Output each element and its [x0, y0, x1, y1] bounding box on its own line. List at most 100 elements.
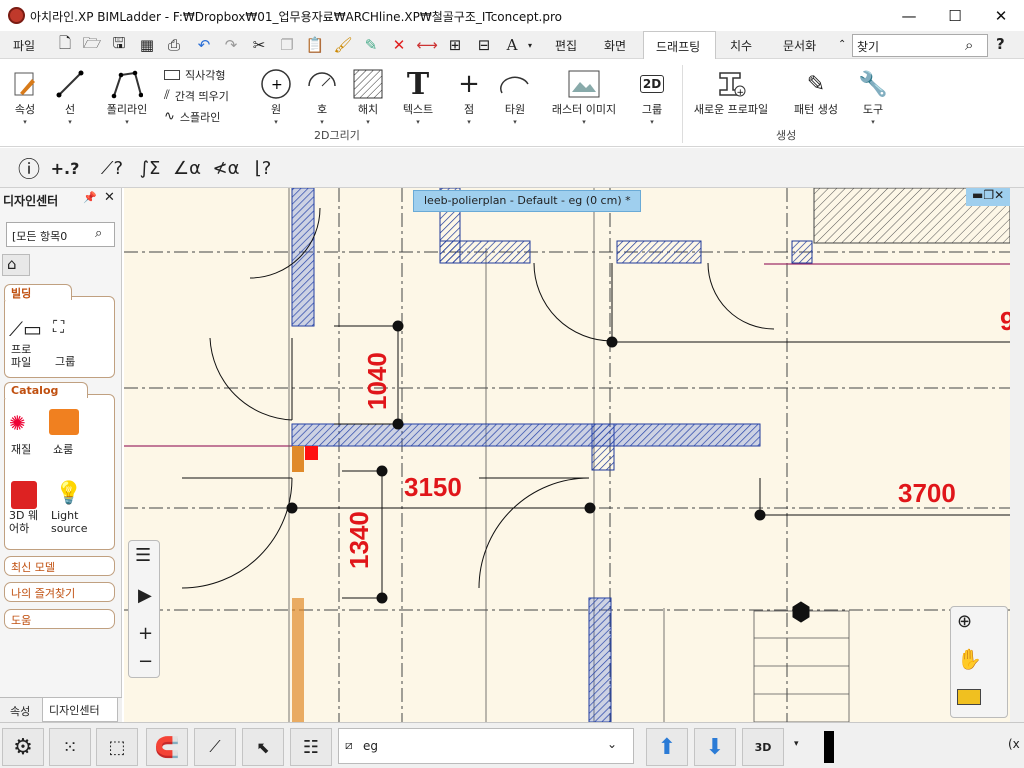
- select-cursor-icon[interactable]: ⬉: [242, 728, 284, 766]
- point-query-icon[interactable]: +.?: [50, 154, 80, 182]
- measure-icon[interactable]: ⟷: [416, 35, 438, 55]
- recent-models[interactable]: 최신 모델: [4, 556, 115, 576]
- right-scroll-strip[interactable]: [1010, 188, 1024, 722]
- coordinate-query-icon[interactable]: ⌊?: [248, 154, 278, 182]
- pattern-button[interactable]: ✎ 패턴 생성: [790, 67, 842, 117]
- point-button[interactable]: + 점 ▾: [452, 67, 486, 126]
- showroom-label[interactable]: 쇼룸: [53, 441, 73, 457]
- canvas-window-controls[interactable]: ▬❐✕: [966, 188, 1010, 206]
- profile-label[interactable]: 프로 파일: [11, 343, 31, 369]
- grid-icon[interactable]: ⁙: [49, 728, 91, 766]
- properties-button[interactable]: 속성 ▾: [8, 67, 42, 126]
- panel-search-input[interactable]: [모든 항목0: [12, 228, 67, 244]
- hammer-dropdown-icon[interactable]: ▾: [794, 739, 799, 749]
- home-icon[interactable]: ⌂: [2, 254, 30, 276]
- search-input[interactable]: 찾기: [857, 38, 879, 55]
- search-icon[interactable]: ⌕: [965, 36, 973, 54]
- tab-properties[interactable]: 속성: [10, 703, 30, 719]
- sum-query-icon[interactable]: ∫Σ: [135, 154, 165, 182]
- info-icon[interactable]: ⓘ: [14, 154, 44, 183]
- angle-query-icon[interactable]: ∠α: [172, 154, 202, 182]
- panel-close-icon[interactable]: ✕: [104, 190, 115, 205]
- group-button[interactable]: 2D 그룹 ▾: [634, 67, 670, 126]
- save-icon[interactable]: 🖫: [109, 34, 129, 55]
- tools-button[interactable]: 🔧 도구 ▾: [856, 67, 890, 126]
- ellipse-button[interactable]: 타원 ▾: [496, 67, 534, 126]
- length-query-icon[interactable]: ⟋?: [97, 154, 127, 182]
- circle-button[interactable]: + 원 ▾: [258, 67, 294, 126]
- search-box[interactable]: 찾기 ⌕: [852, 34, 988, 57]
- rectangle-tool[interactable]: 직사각형: [164, 64, 229, 85]
- settings-gear-icon[interactable]: ⚙: [2, 728, 44, 766]
- drawing-canvas[interactable]: 1040 1340 3150 3700 9 ☰ ▶ + − ⊕ ✋ ▬❐✕: [124, 188, 1010, 722]
- minimize-button[interactable]: —: [886, 0, 932, 31]
- line-button[interactable]: 선 ▾: [53, 67, 87, 126]
- play-icon[interactable]: ▶: [138, 585, 152, 606]
- dim-tool-icon[interactable]: ⊞: [445, 35, 465, 55]
- new-icon[interactable]: 🗋: [55, 34, 75, 55]
- magnet-icon[interactable]: 🧲: [146, 728, 188, 766]
- color-swatch[interactable]: [824, 731, 834, 763]
- zoom-minus-icon[interactable]: −: [138, 651, 153, 672]
- panel-help[interactable]: 도움: [4, 609, 115, 629]
- move-up-icon[interactable]: ⬆: [646, 728, 688, 766]
- zoom-icon[interactable]: ⊕: [957, 611, 972, 632]
- pan-hand-icon[interactable]: ✋: [957, 647, 982, 671]
- angle-snap-icon[interactable]: ⟋: [194, 728, 236, 766]
- undo-icon[interactable]: ↶: [194, 35, 214, 55]
- polyline-button[interactable]: 폴리라인 ▾: [103, 67, 151, 126]
- menu-dimension[interactable]: 치수: [730, 37, 752, 54]
- group-icon[interactable]: ⛶: [53, 317, 64, 337]
- text-button[interactable]: T 텍스트 ▾: [398, 67, 438, 127]
- tab-designcenter[interactable]: 디자인센터: [42, 698, 118, 722]
- group-label[interactable]: 그룹: [55, 353, 75, 369]
- cut-icon[interactable]: ✂: [249, 35, 269, 55]
- canvas-tab[interactable]: leeb-polierplan - Default - eg (0 cm) *: [413, 190, 641, 212]
- material-label[interactable]: 재질: [11, 441, 31, 457]
- light-icon[interactable]: 💡: [55, 481, 82, 506]
- view-icon[interactable]: [957, 689, 981, 705]
- menu-file[interactable]: 파일: [13, 37, 35, 54]
- building-tab[interactable]: 빌딩: [4, 284, 72, 300]
- profile-icon[interactable]: ⟋▭: [9, 317, 42, 341]
- delete-icon[interactable]: ✕: [389, 35, 409, 55]
- ruler-icon[interactable]: ⊟: [474, 35, 494, 55]
- paste-icon[interactable]: 📋: [305, 35, 325, 55]
- raster-image-button[interactable]: 래스터 이미지 ▾: [548, 67, 620, 126]
- redo-icon[interactable]: ↷: [221, 35, 241, 55]
- offset-tool[interactable]: ⫽ 간격 띄우기: [164, 85, 229, 106]
- layer-list-icon[interactable]: ☷: [290, 728, 332, 766]
- collapse-ribbon-icon[interactable]: ⌃: [838, 39, 846, 50]
- panel-search-icon[interactable]: ⌕: [95, 226, 102, 241]
- move-down-icon[interactable]: ⬇: [694, 728, 736, 766]
- frame-icon[interactable]: ⬚: [96, 728, 138, 766]
- pin-icon[interactable]: 📌: [83, 191, 97, 204]
- close-button[interactable]: ✕: [978, 0, 1024, 31]
- list-icon[interactable]: ☰: [135, 545, 151, 566]
- 3d-warehouse-label[interactable]: 3D 웨 어하: [9, 509, 38, 535]
- hatch-button[interactable]: 해치 ▾: [350, 67, 386, 126]
- hammer-3d-icon[interactable]: 3D: [742, 728, 784, 766]
- showroom-icon[interactable]: [49, 409, 79, 435]
- zoom-plus-icon[interactable]: +: [138, 623, 153, 644]
- menu-view[interactable]: 화면: [604, 37, 626, 54]
- layer-select[interactable]: ⧄ eg ⌄: [338, 728, 634, 764]
- 3d-warehouse-icon[interactable]: [11, 481, 37, 509]
- material-icon[interactable]: ✺: [9, 411, 26, 435]
- open-icon[interactable]: 🗁: [82, 34, 102, 55]
- panel-search[interactable]: [모든 항목0 ⌕: [6, 222, 115, 247]
- arc-button[interactable]: 호 ▾: [304, 67, 340, 126]
- angle2-query-icon[interactable]: ≮α: [211, 154, 241, 182]
- light-label[interactable]: Light source: [51, 509, 88, 535]
- tab-drafting[interactable]: 드래프팅: [643, 31, 716, 60]
- copy-icon[interactable]: ❐: [277, 35, 297, 55]
- menu-edit[interactable]: 편집: [555, 37, 577, 54]
- text-style-dropdown[interactable]: ▾: [528, 41, 532, 50]
- new-profile-button[interactable]: + 새로운 프로파일: [690, 67, 772, 117]
- maximize-button[interactable]: ☐: [932, 0, 978, 31]
- pen-icon[interactable]: ✎: [361, 35, 381, 55]
- layer-dropdown-icon[interactable]: ⌄: [607, 737, 617, 751]
- save-as-icon[interactable]: ▦: [137, 35, 157, 55]
- print-icon[interactable]: ⎙: [164, 35, 184, 55]
- favorites[interactable]: 나의 즐겨찾기: [4, 582, 115, 602]
